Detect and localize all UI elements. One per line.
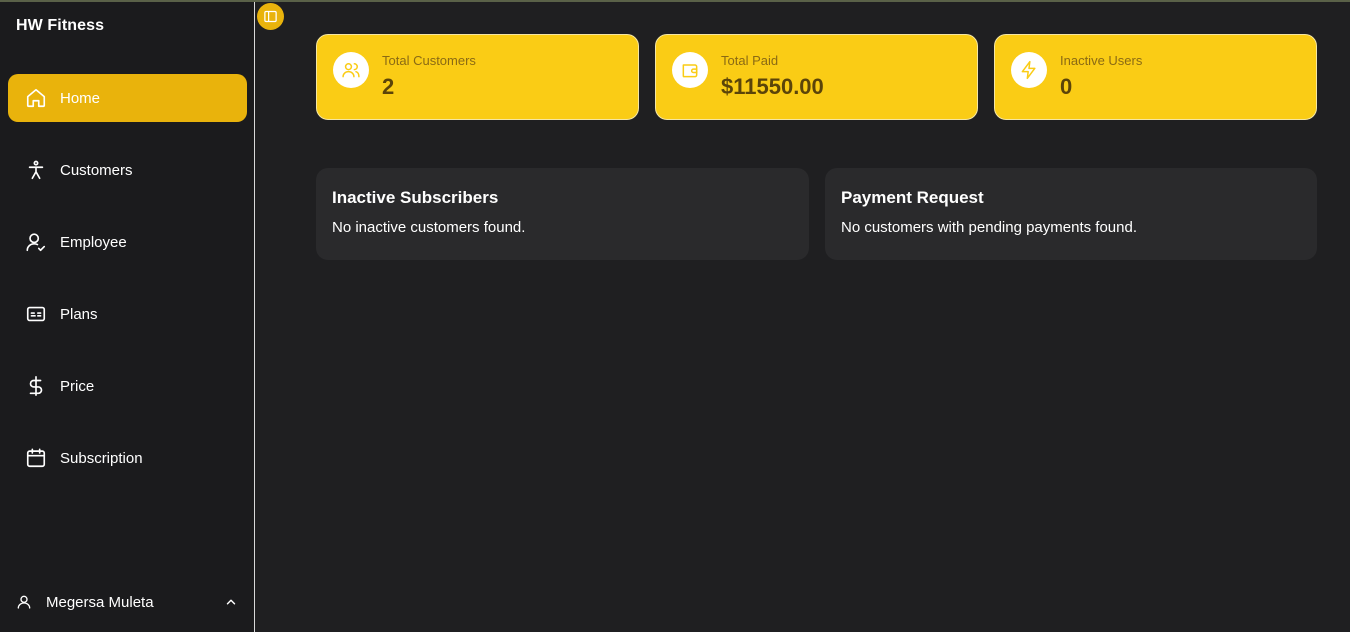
stat-value: 0 <box>1060 74 1073 99</box>
sidebar-item-label: Customers <box>60 161 133 179</box>
sidebar-item-label: Price <box>60 377 95 395</box>
stat-card-total-customers: Total Customers 2 <box>316 34 639 120</box>
sidebar-item-label: Home <box>60 89 101 107</box>
app-root: HW Fitness Home Customers Employee Plans… <box>0 0 1350 632</box>
person-icon <box>24 158 48 182</box>
sidebar: HW Fitness Home Customers Employee Plans… <box>0 2 255 632</box>
id-card-icon <box>24 302 48 326</box>
wallet-icon <box>672 52 708 88</box>
sidebar-item-label: Plans <box>60 305 98 323</box>
stat-card-inactive-users: Inactive Users 0 <box>994 34 1317 120</box>
panel-empty-text: No customers with pending payments found… <box>841 219 1137 236</box>
chevron-up-icon[interactable] <box>224 595 238 609</box>
stat-label: Total Customers <box>382 53 476 68</box>
sidebar-item-subscription[interactable]: Subscription <box>8 434 247 482</box>
bolt-icon <box>1011 52 1047 88</box>
user-name: Megersa Muleta <box>46 593 154 611</box>
sidebar-item-label: Subscription <box>60 449 143 467</box>
payment-request-panel: Payment Request No customers with pendin… <box>825 168 1317 260</box>
panel-title: Payment Request <box>841 188 984 207</box>
stat-value: 2 <box>382 74 395 99</box>
sidebar-item-customers[interactable]: Customers <box>8 146 247 194</box>
dollar-icon <box>24 374 48 398</box>
user-menu[interactable]: Megersa Muleta <box>16 590 238 614</box>
stat-label: Inactive Users <box>1060 53 1143 68</box>
panel-title: Inactive Subscribers <box>332 188 499 207</box>
sidebar-item-price[interactable]: Price <box>8 362 247 410</box>
calendar-icon <box>24 446 48 470</box>
sidebar-nav: Home Customers Employee Plans Price Subs… <box>8 74 247 506</box>
panel-empty-text: No inactive customers found. <box>332 219 526 236</box>
stat-card-total-paid: Total Paid $11550.00 <box>655 34 978 120</box>
user-icon <box>16 593 34 611</box>
home-icon <box>24 86 48 110</box>
sidebar-item-plans[interactable]: Plans <box>8 290 247 338</box>
user-check-icon <box>24 230 48 254</box>
sidebar-item-label: Employee <box>60 233 127 251</box>
inactive-subscribers-panel: Inactive Subscribers No inactive custome… <box>316 168 809 260</box>
brand-title: HW Fitness <box>16 17 105 34</box>
users-icon <box>333 52 369 88</box>
sidebar-item-home[interactable]: Home <box>8 74 247 122</box>
stat-label: Total Paid <box>721 53 779 68</box>
panel-left-icon <box>263 9 278 24</box>
sidebar-toggle-button[interactable] <box>257 3 284 30</box>
stat-value: $11550.00 <box>721 74 824 99</box>
sidebar-item-employee[interactable]: Employee <box>8 218 247 266</box>
